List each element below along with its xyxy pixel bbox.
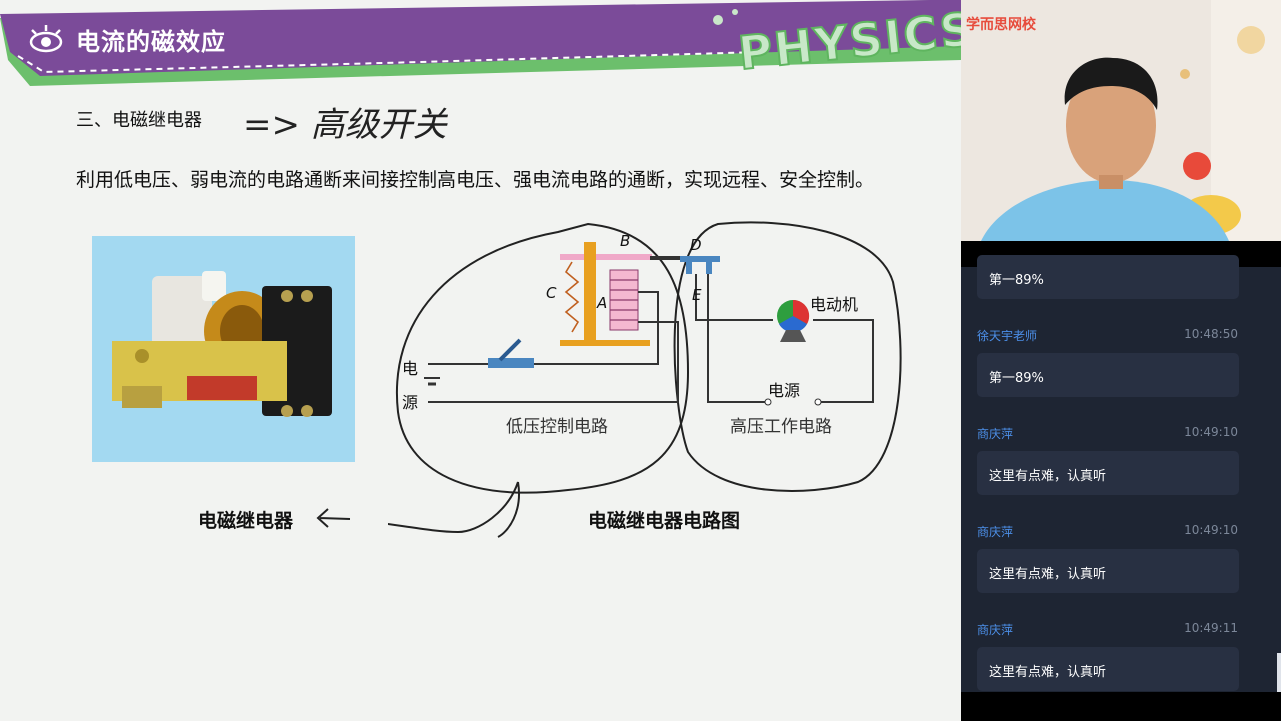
high-circuit-label: 高压工作电路 (730, 417, 832, 437)
chat-text: 这里有点难，认真听 (989, 567, 1107, 582)
annotation-arrow-icon (316, 508, 351, 528)
chat-sender[interactable]: 商庆萍 (977, 621, 1013, 638)
label-d: D (690, 236, 702, 254)
photo-caption: 电磁继电器 (198, 510, 294, 532)
chat-text: 这里有点难，认真听 (989, 665, 1107, 680)
chat-timestamp: 10:49:10 (1184, 425, 1238, 439)
teacher-webcam (961, 0, 1281, 241)
relay-circuit-diagram: B C A D E 电动机 电 源 电源 低压控制电路 高压工作电路 (388, 221, 902, 538)
chat-sender[interactable]: 商庆萍 (977, 425, 1013, 442)
chat-timestamp: 10:48:50 (1184, 327, 1238, 341)
chat-bubble: 这里有点难，认真听 (977, 549, 1239, 593)
relay-photo (92, 236, 355, 462)
chat-bubble: 第一89% (977, 255, 1239, 299)
left-source-top: 电 (402, 359, 418, 378)
chat-text: 第一89% (989, 371, 1044, 386)
chat-text: 这里有点难，认真听 (989, 469, 1107, 484)
chat-timestamp: 10:49:10 (1184, 523, 1238, 537)
slide-title: 电流的磁效应 (76, 28, 226, 56)
label-a: A (596, 294, 607, 312)
slide-area: 电流的磁效应 PHYSICS 三、电磁继电器 => 高级开关 利用低电压、弱电流… (0, 0, 961, 721)
low-circuit-label: 低压控制电路 (506, 417, 608, 437)
chat-sender[interactable]: 徐天宇老师 (977, 327, 1037, 344)
chat-text: 第一89% (989, 273, 1044, 288)
diagram-caption: 电磁继电器电路图 (588, 510, 741, 532)
handwritten-note: => 高级开关 (243, 105, 449, 145)
label-c: C (546, 284, 557, 302)
chat-timestamp: 10:49:11 (1184, 621, 1238, 635)
chat-panel[interactable]: 第一89% 徐天宇老师 10:48:50 第一89% 商庆萍 10:49:10 … (961, 241, 1281, 721)
teacher-video-frame (961, 0, 1281, 241)
chat-bubble: 这里有点难，认真听 (977, 647, 1239, 691)
chat-bottom-bar (961, 692, 1281, 721)
left-source-bottom: 源 (402, 393, 418, 412)
motor-label: 电动机 (810, 295, 858, 314)
label-e: E (692, 286, 702, 304)
handwritten-note-text: => 高级开关 (243, 105, 449, 145)
description-paragraph: 利用低电压、弱电流的电路通断来间接控制高电压、强电流电路的通断，实现远程、安全控… (76, 169, 875, 191)
section-heading: 三、电磁继电器 (76, 110, 202, 131)
chat-bubble: 第一89% (977, 353, 1239, 397)
brand-logo-text: 学而思网校 (966, 17, 1036, 33)
chat-sender[interactable]: 商庆萍 (977, 523, 1013, 540)
right-source-label: 电源 (768, 381, 800, 400)
chat-bubble: 这里有点难，认真听 (977, 451, 1239, 495)
eye-icon (29, 25, 63, 53)
label-b: B (620, 232, 630, 250)
